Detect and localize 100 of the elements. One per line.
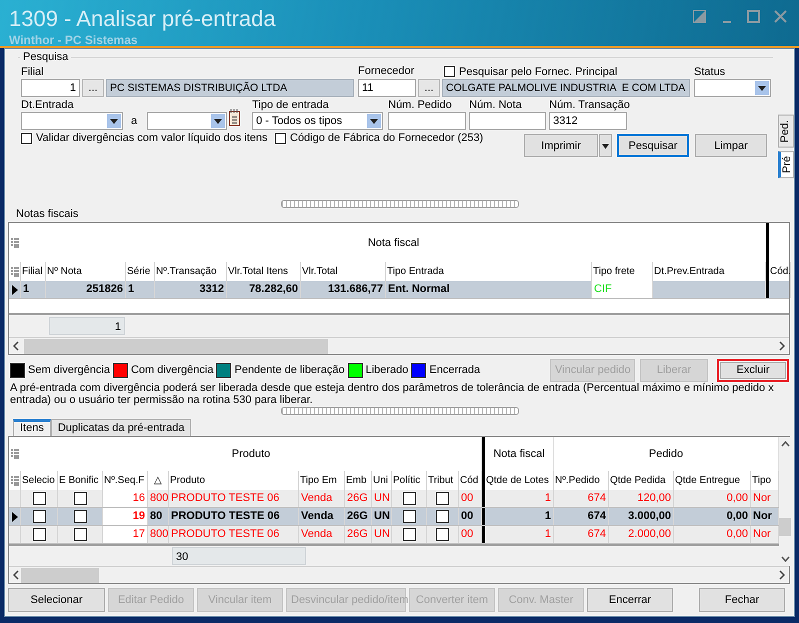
table-cell: 1 (21, 281, 46, 298)
minimize-icon (722, 21, 730, 23)
table-cell: 2.000,00 (609, 526, 674, 543)
table-cell: 120,00 (609, 490, 674, 507)
horizontal-scrollbar[interactable] (9, 337, 789, 354)
table-cell: CIF (592, 281, 653, 298)
row-checkbox[interactable] (436, 510, 449, 523)
action-button[interactable]: Excluir (717, 358, 789, 382)
table-cell: 78.282,60 (227, 281, 301, 298)
table-cell: 1 (126, 281, 155, 298)
factory-code-checkbox[interactable]: Código de Fábrica do Fornecedor (253) (275, 132, 484, 144)
supplier-code-field[interactable]: 11 (358, 79, 416, 97)
clear-button[interactable]: Limpar (695, 134, 767, 157)
scroll-left-icon[interactable] (13, 570, 19, 580)
scrollbar-thumb[interactable] (21, 568, 99, 582)
table-cell: 26G (345, 508, 372, 525)
table-row[interactable]: 1 251826 1 3312 78.282,60 131.686,77 Ent. Normal CIF (9, 281, 789, 299)
list-icon (11, 238, 19, 248)
tab[interactable]: Duplicatas da pré-entrada (50, 419, 192, 436)
row-checkbox[interactable] (74, 528, 86, 541)
row-checkbox[interactable] (402, 510, 416, 523)
app-name: Winthor - PC Sistemas (9, 32, 139, 48)
row-checkbox[interactable] (32, 510, 46, 523)
close-icon (774, 10, 787, 23)
principal-checkbox[interactable]: Pesquisar pelo Fornec. Principal (444, 66, 618, 78)
filial-code-field[interactable]: 1 (21, 79, 80, 97)
splitter-handle[interactable] (280, 406, 518, 414)
print-button[interactable]: Imprimir (524, 134, 598, 157)
vertical-scrollbar[interactable] (779, 437, 791, 566)
calendar-icon (229, 109, 240, 126)
lookup-button[interactable]: ... (418, 79, 440, 97)
field-label: Núm. Nota (469, 99, 523, 112)
row-checkbox[interactable] (402, 492, 416, 505)
table-row[interactable]: 17 800 PRODUTO TESTE 06 Venda 26G UN 00 1 674 2.000,00 0,00 Nor (9, 526, 779, 544)
validate-checkbox[interactable]: Validar divergências com valor líquido dos itens (21, 132, 268, 144)
row-checkbox[interactable] (402, 528, 416, 541)
splitter-handle[interactable] (280, 200, 518, 208)
legend-label: Pendente de liberação (234, 364, 345, 376)
info-note: A pré-entrada com divergência poderá ser liberada desde que esteja dentro dos parâmetros de tolerância de entrada (Percentual máximo e mínimo pedido x entrada) ou o usuário ter permissão na rotina 530 para liberar. (9, 381, 775, 406)
table-cell: PRODUTO TESTE 06 (169, 508, 299, 525)
scrollbar-thumb[interactable] (779, 518, 791, 536)
table-cell: 674 (554, 526, 609, 543)
lookup-button[interactable]: ... (82, 79, 104, 97)
table-cell: 00 (459, 490, 482, 507)
table-cell: 19 (103, 508, 148, 525)
table-cell: 17 (103, 526, 148, 543)
column-group-header: Nota fiscal (493, 448, 545, 460)
row-pointer-icon (12, 512, 18, 522)
row-checkbox[interactable] (74, 510, 86, 523)
field-label: Núm. Transação (549, 99, 630, 112)
scroll-up-icon[interactable] (780, 441, 790, 447)
side-tab[interactable]: Pré (778, 150, 794, 178)
table-cell: 674 (554, 490, 609, 507)
table-cell: 674 (554, 508, 609, 525)
horizontal-scrollbar[interactable] (9, 566, 789, 583)
scroll-right-icon[interactable] (779, 341, 785, 351)
field-label: Tipo de entrada (252, 99, 330, 112)
table-cell: PRODUTO TESTE 06 (169, 526, 299, 543)
row-checkbox[interactable] (74, 492, 86, 505)
footer-button[interactable]: Selecionar (8, 588, 105, 612)
table-cell: UN (372, 526, 392, 543)
table-row[interactable]: 19 80 PRODUTO TESTE 06 Venda 26G UN 00 1 674 3.000,00 0,00 Nor (9, 508, 779, 526)
row-checkbox[interactable] (32, 492, 46, 505)
footer-button[interactable]: Fechar (699, 588, 785, 612)
scroll-left-icon[interactable] (13, 341, 19, 351)
square-diagonal-icon (693, 10, 706, 23)
row-checkbox[interactable] (436, 492, 449, 505)
table-cell: 16 (103, 490, 148, 507)
supplier-name-field: COLGATE PALMOLIVE INDUSTRIA E COM LTDA (442, 79, 690, 97)
column-group-header: Pedido (648, 448, 684, 460)
column-group-header: Nota fiscal (368, 236, 420, 248)
entry-type-dropdown[interactable]: 0 - Todos os tipos (252, 112, 384, 130)
side-tab[interactable]: Ped. (778, 115, 794, 148)
table-row[interactable]: 16 800 PRODUTO TESTE 06 Venda 26G UN 00 1 674 120,00 0,00 Nor (9, 490, 779, 508)
list-icon (10, 476, 18, 486)
search-button[interactable]: Pesquisar (617, 134, 689, 157)
row-checkbox[interactable] (436, 528, 449, 541)
table-cell: 00 (459, 526, 482, 543)
tab[interactable]: Itens (13, 419, 51, 436)
table-cell: 800 (148, 526, 169, 543)
table-cell: Venda (299, 508, 345, 525)
field-label: Status (694, 66, 726, 79)
table-cell: Venda (299, 526, 345, 543)
list-icon (10, 266, 18, 276)
legend-label: Encerrada (429, 364, 480, 376)
invoice-number-field[interactable] (469, 112, 546, 130)
column-group-header: Produto (232, 448, 270, 460)
table-cell: 00 (459, 508, 482, 525)
scroll-down-icon[interactable] (780, 556, 790, 562)
order-number-field[interactable] (388, 112, 466, 130)
table-cell: 131.686,77 (301, 281, 386, 298)
print-dropdown-button[interactable] (599, 134, 612, 157)
row-checkbox[interactable] (32, 528, 46, 541)
transaction-number-field[interactable]: 3312 (549, 112, 628, 130)
table-cell: 3312 (155, 281, 227, 298)
row-pointer-icon (12, 284, 18, 294)
scrollbar-thumb[interactable] (24, 338, 328, 354)
scroll-right-icon[interactable] (779, 570, 785, 580)
field-label: Filial (21, 66, 45, 79)
footer-button[interactable]: Encerrar (587, 588, 673, 612)
